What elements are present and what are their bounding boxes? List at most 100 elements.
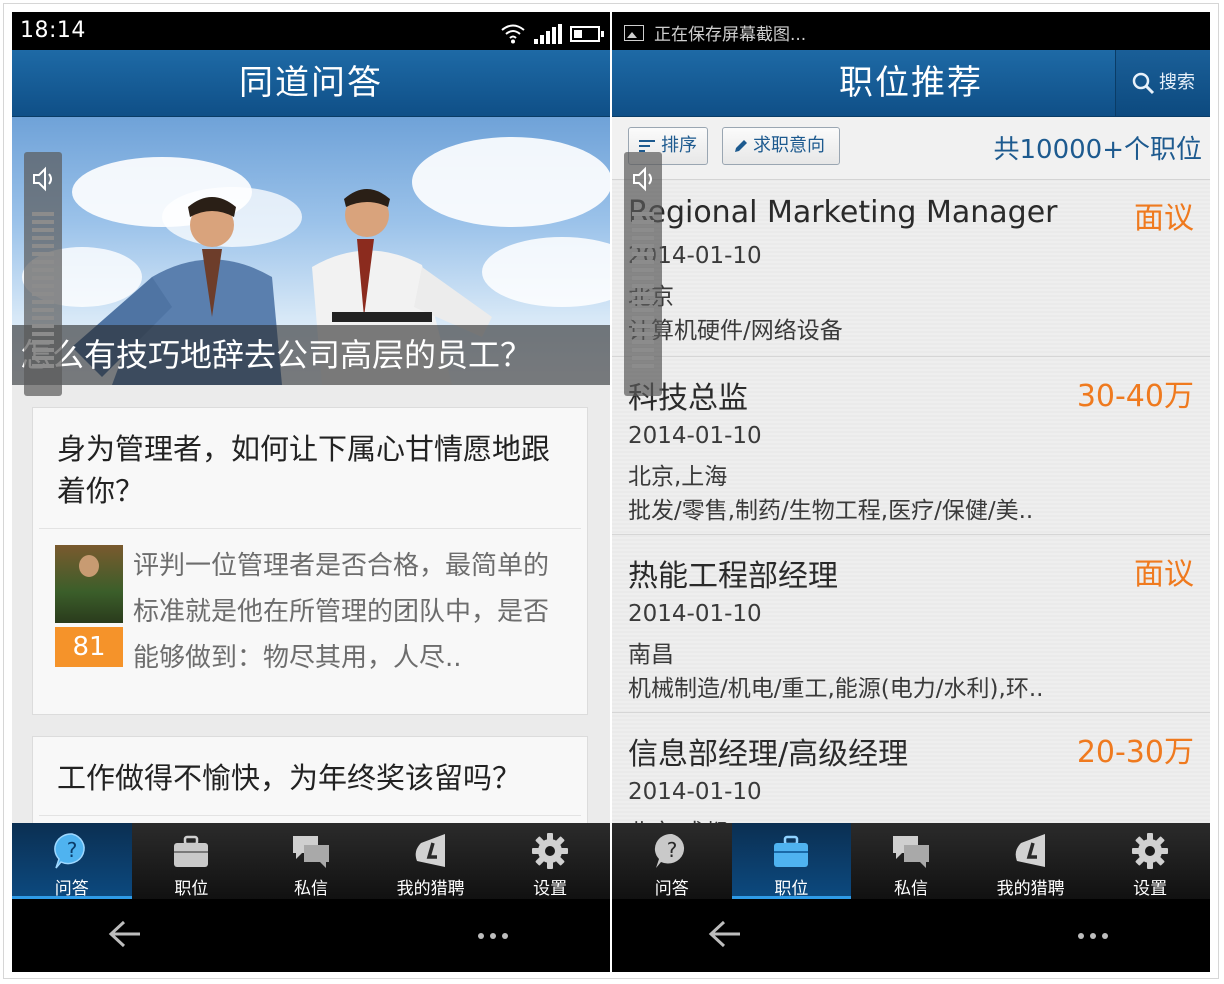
tab-label: 问答: [54, 879, 89, 899]
volume-level-bars: [632, 212, 654, 372]
job-industry: 机械制造/机电/重工,能源(电力/水利),环..: [628, 676, 1044, 702]
tab-label: 私信: [893, 879, 928, 899]
profile-icon: [415, 834, 445, 867]
avatar[interactable]: [55, 545, 123, 623]
tab-label: 问答: [654, 879, 689, 899]
volume-icon: [633, 166, 652, 192]
tab-label: 我的猎聘: [996, 879, 1065, 899]
bottom-tab-bar: ? 问答 职位 私信 我的猎聘 设置: [612, 823, 1210, 899]
search-button[interactable]: 搜索: [1115, 50, 1210, 116]
job-salary: 面议: [1134, 201, 1194, 236]
job-title: 信息部经理/高级经理: [628, 737, 909, 772]
answer-excerpt: 评判一位管理者是否合格，最简单的标准就是他在所管理的团队中，是否能够做到：物尽其…: [133, 551, 550, 673]
tab-my-liepin[interactable]: 我的猎聘: [371, 823, 491, 899]
volume-icon: [33, 166, 52, 192]
score-badge: 81: [55, 627, 123, 667]
job-list-item[interactable]: Regional Marketing Manager 面议 2014-01-10…: [612, 179, 1210, 357]
system-nav-bar: [612, 899, 1210, 972]
answer-excerpt-block[interactable]: 81 评判一位管理者是否合格，最简单的标准就是他在所管理的团队中，是否能够做到：…: [33, 529, 587, 699]
chat-icon: [292, 836, 329, 868]
hero-banner[interactable]: 怎么有技巧地辞去公司高层的员工？: [12, 117, 610, 385]
job-date: 2014-01-10: [628, 779, 762, 805]
screenshot-notification: 正在保存屏幕截图...: [624, 20, 806, 45]
qa-feed[interactable]: 怎么有技巧地辞去公司高层的员工？ 身为管理者，如何让下属心甘情愿地跟着你？ 81…: [12, 117, 610, 823]
qa-card[interactable]: 身为管理者，如何让下属心甘情愿地跟着你？ 81 评判一位管理者是否合格，最简单的…: [32, 407, 588, 715]
status-time: 18:14: [20, 18, 86, 43]
job-salary: 面议: [1134, 557, 1194, 592]
qa-card[interactable]: 工作做得不愉快，为年终奖该留吗？: [32, 736, 588, 823]
image-icon: [624, 24, 644, 41]
job-list-item[interactable]: 信息部经理/高级经理 20-30万 2014-01-10 北京,成都: [612, 713, 1210, 823]
tab-label: 私信: [293, 879, 328, 899]
volume-overlay[interactable]: [24, 152, 62, 396]
tab-my-liepin[interactable]: 我的猎聘: [971, 823, 1091, 899]
tab-messages[interactable]: 私信: [251, 823, 371, 899]
job-salary: 20-30万: [1076, 735, 1194, 770]
wifi-icon: [501, 24, 525, 44]
tab-settings[interactable]: 设置: [490, 823, 610, 899]
job-salary: 30-40万: [1076, 379, 1194, 414]
search-icon: [1132, 72, 1155, 95]
back-arrow-icon[interactable]: [708, 919, 742, 949]
tab-label: 职位: [774, 879, 809, 899]
pencil-icon: [735, 140, 747, 152]
job-location: 北京,上海: [628, 464, 728, 490]
system-nav-bar: [12, 899, 610, 972]
back-arrow-icon[interactable]: [108, 919, 142, 949]
briefcase-icon: [774, 835, 809, 867]
volume-overlay[interactable]: [624, 152, 662, 396]
briefcase-icon: [174, 835, 209, 867]
menu-dots-icon[interactable]: [478, 933, 508, 939]
tab-qa[interactable]: ? 问答: [612, 823, 732, 899]
tab-label: 我的猎聘: [396, 879, 465, 899]
signal-icon: [534, 24, 562, 44]
job-location: 北京,成都: [628, 813, 727, 823]
job-count: 共10000+个职位: [993, 135, 1203, 165]
gear-icon: [1132, 833, 1169, 869]
status-icons: [500, 20, 604, 44]
job-title: Regional Marketing Manager: [628, 195, 1058, 230]
gear-icon: [532, 833, 569, 869]
status-bar: 正在保存屏幕截图...: [612, 12, 1210, 50]
job-industry: 批发/零售,制药/生物工程,医疗/保健/美..: [628, 498, 1034, 524]
question-title[interactable]: 身为管理者，如何让下属心甘情愿地跟着你？: [33, 408, 587, 528]
question-title[interactable]: 工作做得不愉快，为年终奖该留吗？: [33, 737, 587, 815]
job-list[interactable]: 排序 求职意向 共10000+个职位 Regional Marketing Ma…: [612, 117, 1210, 823]
job-list-item[interactable]: 科技总监 30-40万 2014-01-10 北京,上海 批发/零售,制药/生物…: [612, 357, 1210, 535]
question-icon: ?: [654, 833, 684, 868]
tab-jobs[interactable]: 职位: [132, 823, 252, 899]
question-icon: ?: [53, 833, 85, 869]
card-divider: [39, 815, 581, 816]
job-list-item[interactable]: 热能工程部经理 面议 2014-01-10 南昌 机械制造/机电/重工,能源(电…: [612, 535, 1210, 713]
status-bar: 18:14: [12, 12, 610, 50]
page-title: 职位推荐 搜索: [612, 50, 1210, 117]
menu-dots-icon[interactable]: [1078, 933, 1108, 939]
hero-caption[interactable]: 怎么有技巧地辞去公司高层的员工？: [12, 325, 610, 385]
volume-level-bars: [32, 212, 54, 372]
tab-settings[interactable]: 设置: [1090, 823, 1210, 899]
job-title: 热能工程部经理: [628, 559, 838, 594]
tab-jobs[interactable]: 职位: [731, 823, 852, 899]
tab-label: 职位: [174, 879, 209, 899]
job-date: 2014-01-10: [628, 601, 762, 627]
chat-icon: [892, 836, 929, 868]
bottom-tab-bar: ? 问答 职位 私信 我的猎聘 设置: [12, 823, 610, 899]
job-date: 2014-01-10: [628, 423, 762, 449]
tab-qa[interactable]: ? 问答: [12, 823, 132, 899]
battery-icon: [570, 26, 604, 42]
tab-label: 设置: [533, 879, 568, 899]
sort-label: 排序: [661, 135, 697, 156]
tab-messages[interactable]: 私信: [851, 823, 971, 899]
right-phone-screen: 正在保存屏幕截图... 职位推荐 搜索 排序 求职意向 共10000+个职位 R…: [612, 12, 1210, 972]
filter-bar: 排序 求职意向 共10000+个职位: [612, 117, 1210, 180]
notification-text: 正在保存屏幕截图...: [654, 25, 807, 45]
job-intent-label: 求职意向: [753, 135, 825, 156]
page-title: 同道问答: [12, 50, 610, 117]
job-location: 南昌: [628, 642, 674, 668]
tab-label: 设置: [1133, 879, 1168, 899]
svg-text:?: ?: [66, 838, 77, 862]
svg-text:?: ?: [666, 838, 677, 862]
sort-icon: [639, 140, 655, 152]
job-intent-button[interactable]: 求职意向: [722, 127, 840, 165]
profile-icon: [1015, 834, 1045, 867]
